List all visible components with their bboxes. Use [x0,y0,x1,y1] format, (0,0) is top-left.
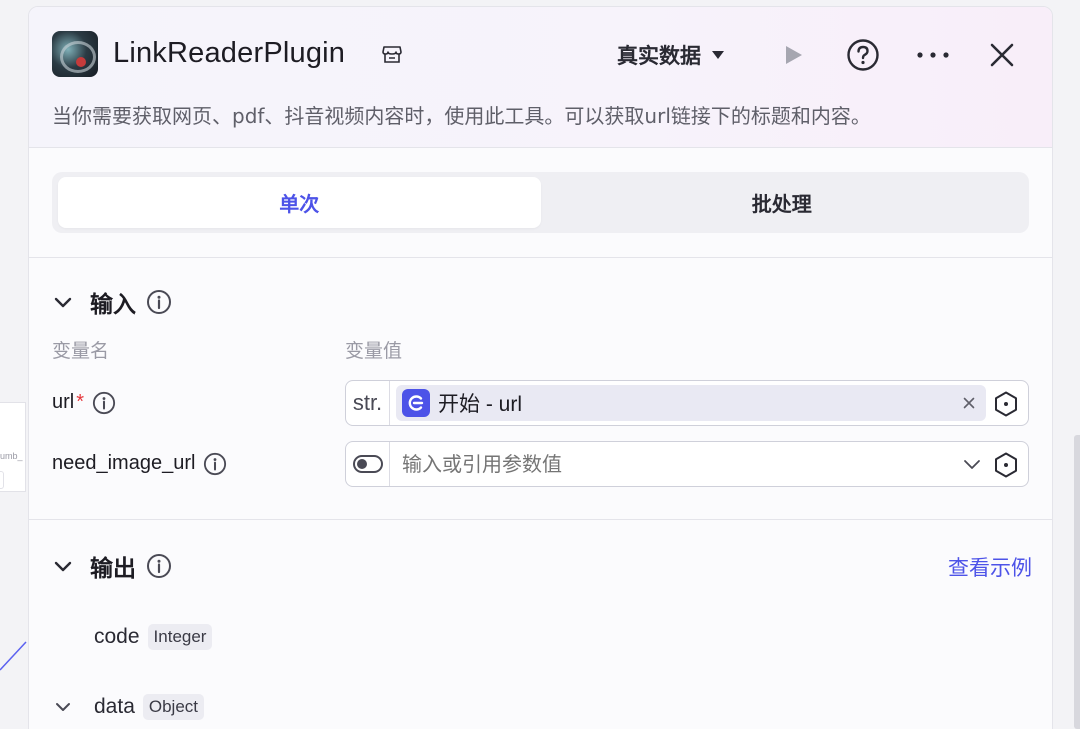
boolean-type-badge[interactable] [346,441,390,486]
mode-tabs: 单次 批处理 [52,172,1029,233]
info-icon[interactable] [146,289,172,315]
toggle-icon [352,454,383,473]
more-icon [917,52,949,58]
chevron-down-icon[interactable] [52,291,74,313]
close-icon [990,43,1014,67]
clear-reference-button[interactable] [958,392,980,414]
info-icon[interactable] [203,452,227,476]
param-row-url: url * str. 开始 - url [52,372,1029,433]
type-string-badge[interactable]: str. [346,380,390,425]
chevron-down-icon[interactable] [52,696,74,718]
plugin-avatar-icon [52,31,98,77]
param-row-need-image-url: need_image_url [52,433,1029,494]
scrollbar[interactable] [1074,435,1080,729]
column-var-value: 变量值 [345,339,403,362]
info-icon[interactable] [146,553,172,579]
more-button[interactable] [915,37,951,73]
run-button[interactable] [775,37,811,73]
input-section: 输入 变量名 变量值 url * str. 开始 - url need_imag… [29,258,1052,519]
tab-batch[interactable]: 批处理 [541,177,1024,228]
tab-single[interactable]: 单次 [58,177,541,228]
info-icon[interactable] [92,391,116,415]
reference-label: 开始 - url [438,392,522,416]
type-chip: Integer [147,624,213,650]
param-name-label: url [52,391,75,413]
question-icon [847,39,879,71]
column-var-name: 变量名 [52,339,110,362]
need-image-url-field[interactable] [345,440,1029,487]
plugin-description: 当你需要获取网页、pdf、抖音视频内容时，使用此工具。可以获取url链接下的标题… [52,104,871,128]
output-section-title: 输出 [90,556,136,582]
mode-tabs-area: 单次 批处理 [29,148,1052,258]
output-item-code: code Integer [52,618,1029,656]
view-example-link[interactable]: 查看示例 [948,552,1032,582]
chevron-down-icon[interactable] [52,555,74,577]
param-name: need_image_url [52,452,345,476]
required-mark: * [76,391,85,413]
chevron-down-icon[interactable] [962,454,982,474]
output-section: 输出 查看示例 code Integer data Object [29,520,1052,726]
type-chip: Object [142,694,205,720]
reference-tag[interactable]: 开始 - url [396,384,986,421]
output-item-data: data Object [52,688,1029,726]
plugin-title: LinkReaderPlugin [113,37,346,69]
panel-header: LinkReaderPlugin 真实数据 当你需要获取网页、pdf、抖音视频内… [29,7,1052,148]
help-button[interactable] [845,37,881,73]
canvas-node-field [0,471,4,489]
close-button[interactable] [984,37,1020,73]
input-column-headers: 变量名 变量值 [52,334,1029,364]
caret-down-icon [712,51,724,59]
input-section-header: 输入 [52,282,1029,322]
canvas-node-text: umb_ [0,451,23,461]
output-section-header: 输出 [52,546,1029,586]
output-name: code [94,625,140,648]
plugin-node-panel: LinkReaderPlugin 真实数据 当你需要获取网页、pdf、抖音视频内… [28,6,1053,729]
play-icon [786,46,802,64]
url-value-field[interactable]: str. 开始 - url [345,379,1029,426]
variable-reference-icon[interactable] [992,451,1020,479]
store-icon[interactable] [381,43,403,65]
input-section-title: 输入 [90,292,136,318]
close-icon [963,397,975,408]
variable-reference-icon[interactable] [992,390,1020,418]
param-name-label: need_image_url [52,452,196,474]
param-name: url * [52,391,345,415]
data-mode-label: 真实数据 [617,44,701,68]
start-node-icon [402,388,430,417]
param-value-input[interactable] [402,451,962,476]
data-mode-dropdown[interactable]: 真实数据 [617,40,725,70]
output-name: data [94,695,135,718]
canvas-connector-line [0,641,27,671]
